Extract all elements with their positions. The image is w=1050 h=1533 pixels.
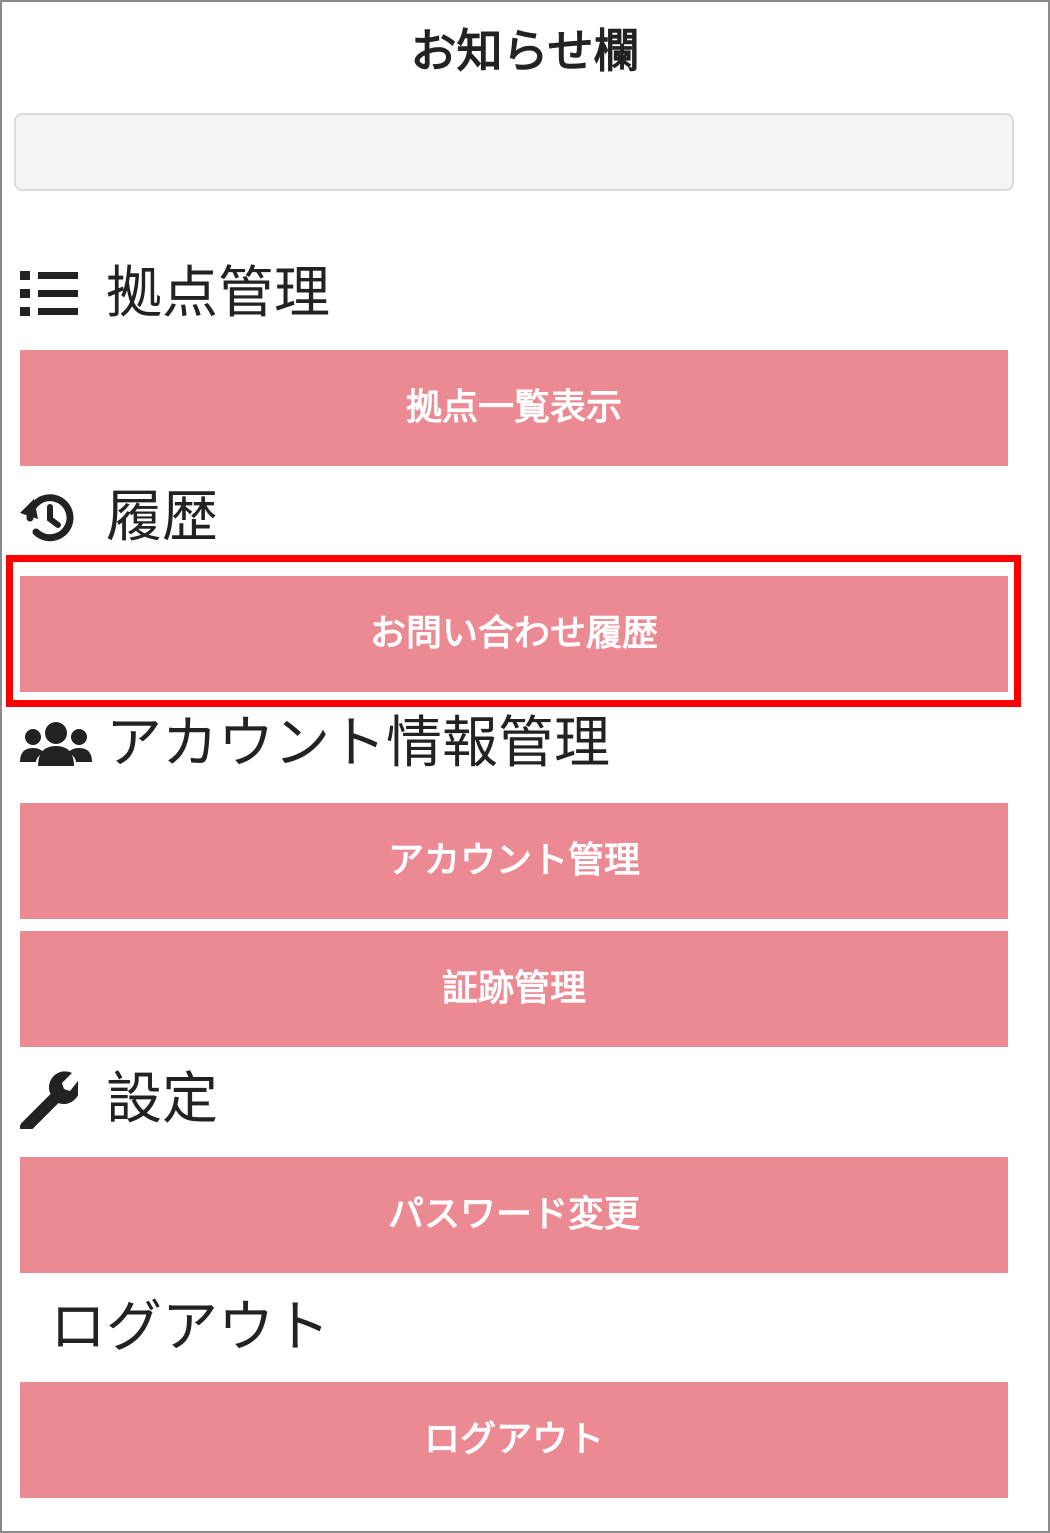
section-label-location: 拠点管理 [106, 261, 330, 326]
notice-box [14, 113, 1014, 191]
section-settings: 設定 [20, 1060, 218, 1140]
audit-trail-button[interactable]: 証跡管理 [20, 931, 1008, 1047]
logout-button[interactable]: ログアウト [20, 1382, 1008, 1498]
section-label-history: 履歴 [106, 485, 218, 550]
list-icon [20, 264, 92, 324]
account-management-button[interactable]: アカウント管理 [20, 803, 1008, 919]
page-title: お知らせ欄 [410, 24, 640, 78]
inquiry-history-button[interactable]: お問い合わせ履歴 [20, 576, 1008, 692]
password-change-button[interactable]: パスワード変更 [20, 1157, 1008, 1273]
section-location: 拠点管理 [20, 254, 330, 334]
wrench-icon [20, 1070, 92, 1130]
history-icon [20, 488, 92, 548]
users-icon [20, 714, 92, 774]
section-label-settings: 設定 [106, 1067, 218, 1132]
menu-panel: お知らせ欄 拠点管理 拠点一覧表示 履歴 お問い合わせ履歴 アカウント情報管理 … [0, 0, 1050, 1533]
section-account: アカウント情報管理 [20, 704, 610, 784]
location-list-button[interactable]: 拠点一覧表示 [20, 350, 1008, 466]
section-label-account: アカウント情報管理 [106, 711, 610, 776]
section-label-logout: ログアウト [50, 1295, 330, 1360]
section-history: 履歴 [20, 478, 218, 558]
